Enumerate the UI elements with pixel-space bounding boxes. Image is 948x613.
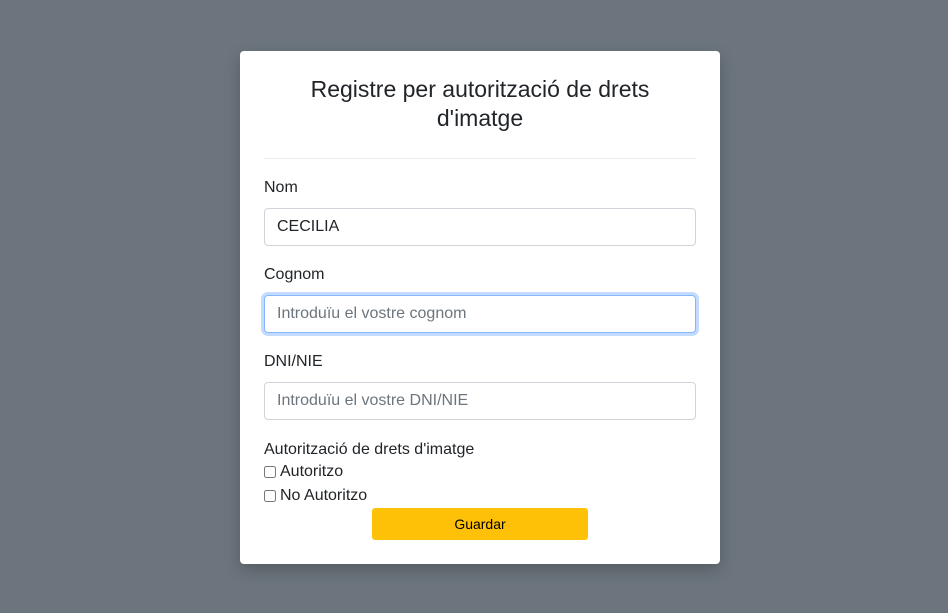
title-divider <box>264 158 696 159</box>
authorize-option: Autoritzo <box>264 460 696 484</box>
surname-input[interactable] <box>264 295 696 333</box>
not-authorize-option: No Autoritzo <box>264 484 696 508</box>
name-input[interactable] <box>264 208 696 246</box>
save-button[interactable]: Guardar <box>372 508 588 540</box>
authorize-label: Autoritzo <box>280 463 344 480</box>
form-title: Registre per autorització de drets d'ima… <box>310 76 650 131</box>
authorization-group-label: Autorització de drets d'imatge <box>264 441 475 458</box>
registration-card: Registre per autorització de drets d'ima… <box>240 51 720 564</box>
not-authorize-label: No Autoritzo <box>280 487 368 504</box>
dni-nie-label: DNI/NIE <box>264 353 323 370</box>
dni-nie-input[interactable] <box>264 382 696 420</box>
authorize-checkbox[interactable] <box>264 466 276 478</box>
name-label: Nom <box>264 179 298 196</box>
surname-label: Cognom <box>264 266 325 283</box>
not-authorize-checkbox[interactable] <box>264 490 276 502</box>
